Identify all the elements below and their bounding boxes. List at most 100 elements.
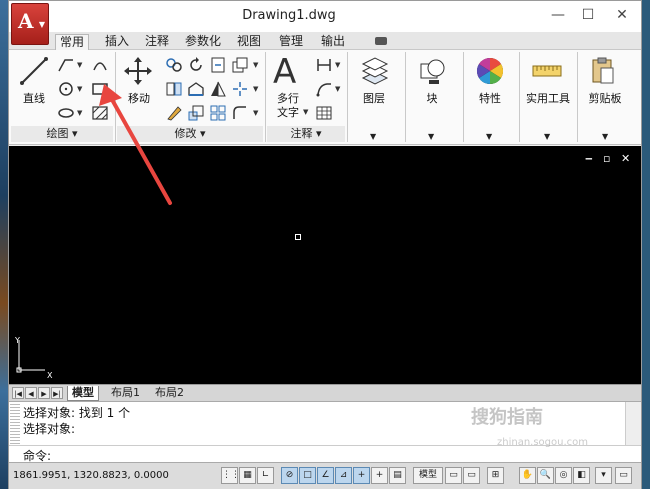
next-layout-icon[interactable]: ▶ (38, 387, 50, 399)
line-button-label[interactable]: 直线 (17, 90, 51, 106)
application-menu-button[interactable]: A ▼ (11, 3, 49, 45)
polyline-icon[interactable] (57, 56, 75, 74)
tab-layout2[interactable]: 布局2 (151, 386, 188, 401)
arc-icon[interactable] (91, 56, 109, 74)
clean-screen-icon[interactable]: ▭ (615, 467, 632, 484)
snap-mode-icon[interactable]: ⋮⋮ (221, 467, 240, 484)
steering-wheel-icon[interactable]: ◎ (555, 467, 572, 484)
circle-icon[interactable] (57, 80, 75, 98)
tab-insert[interactable]: 插入 (101, 34, 133, 50)
layer-stack-icon[interactable] (231, 56, 249, 74)
chevron-down-icon[interactable]: ▼ (253, 61, 258, 69)
layers-icon[interactable] (359, 56, 389, 86)
tab-parametric[interactable]: 参数化 (181, 34, 225, 50)
block-label[interactable]: 块 (413, 90, 451, 106)
annotation-panel-title[interactable]: 注释 ▾ (267, 126, 345, 142)
close-button[interactable]: ✕ (607, 5, 637, 25)
quick-properties-icon[interactable]: ▤ (389, 467, 406, 484)
properties-label[interactable]: 特性 (471, 90, 509, 106)
minimize-button[interactable]: — (543, 5, 573, 25)
pan-icon[interactable]: ✋ (519, 467, 536, 484)
annotation-panel-label: 注释 (290, 127, 313, 140)
chevron-down-icon[interactable]: ▼ (77, 109, 82, 117)
rectangle-icon[interactable] (91, 80, 109, 98)
properties-expand-icon[interactable]: ▼ (486, 132, 492, 141)
polar-tracking-icon[interactable]: ⊘ (281, 467, 298, 484)
tab-output[interactable]: 输出 (317, 34, 349, 50)
ribbon-minimize-icon[interactable] (375, 37, 387, 45)
model-space-button[interactable]: 模型 (413, 467, 443, 484)
quick-view-drawings-icon[interactable]: ▭ (463, 467, 480, 484)
mtext-label-line2[interactable]: 文字 (271, 104, 305, 120)
multiline-text-icon[interactable]: A (273, 52, 296, 92)
toolbar-lock-icon[interactable]: ▾ (595, 467, 612, 484)
lineweight-icon[interactable]: + (371, 467, 388, 484)
tab-view[interactable]: 视图 (233, 34, 265, 50)
grid-display-icon[interactable]: ▦ (239, 467, 256, 484)
block-icon[interactable] (417, 56, 447, 86)
modify-panel-title[interactable]: 修改 ▾ (117, 126, 263, 142)
draw-panel-title[interactable]: 绘图 ▾ (11, 126, 113, 142)
viewport-close-icon[interactable]: ✕ (621, 152, 630, 165)
object-snap-tracking-icon[interactable]: ∠ (317, 467, 334, 484)
tab-home[interactable]: 常用 (55, 34, 90, 50)
viewport-minimize-icon[interactable]: ‒ (585, 152, 593, 165)
clipboard-icon[interactable] (589, 56, 617, 86)
chevron-down-icon[interactable]: ▼ (77, 61, 82, 69)
annotation-scale-icon[interactable]: ⊞ (487, 467, 504, 484)
array-icon[interactable] (209, 104, 227, 122)
hatch-icon[interactable] (91, 104, 109, 122)
drawing-area[interactable]: ‒ ▫ ✕ Y X (9, 146, 641, 384)
tab-model[interactable]: 模型 (67, 386, 99, 401)
ellipse-icon[interactable] (57, 104, 75, 122)
dimension-icon[interactable] (315, 56, 333, 74)
dynamic-ucs-icon[interactable]: ⊿ (335, 467, 352, 484)
chevron-down-icon[interactable]: ▼ (335, 61, 340, 69)
leader-icon[interactable] (315, 80, 333, 98)
last-layout-icon[interactable]: ▶| (51, 387, 63, 399)
zoom-icon[interactable]: 🔍 (537, 467, 554, 484)
showmotion-icon[interactable]: ◧ (573, 467, 590, 484)
command-window-grip[interactable] (10, 404, 20, 444)
scale-icon[interactable] (187, 104, 205, 122)
copy-icon[interactable] (165, 56, 183, 74)
maximize-button[interactable]: ☐ (573, 5, 603, 25)
quick-view-layouts-icon[interactable]: ▭ (445, 467, 462, 484)
block-expand-icon[interactable]: ▼ (428, 132, 434, 141)
chevron-down-icon[interactable]: ▼ (253, 85, 258, 93)
chevron-down-icon[interactable]: ▼ (253, 109, 258, 117)
clipboard-label[interactable]: 剪贴板 (581, 90, 629, 106)
clipboard-expand-icon[interactable]: ▼ (602, 132, 608, 141)
layers-expand-icon[interactable]: ▼ (370, 132, 376, 141)
trim-icon[interactable] (209, 56, 227, 74)
color-wheel-icon[interactable] (475, 56, 505, 86)
measure-icon[interactable] (531, 58, 563, 84)
object-snap-icon[interactable]: □ (299, 467, 316, 484)
first-layout-icon[interactable]: |◀ (12, 387, 24, 399)
move-icon[interactable] (123, 56, 153, 86)
move-button-label[interactable]: 移动 (121, 90, 157, 106)
viewport-restore-icon[interactable]: ▫ (603, 152, 610, 165)
dynamic-input-icon[interactable]: + (353, 467, 370, 484)
mirror-triangle-icon[interactable] (209, 80, 227, 98)
tab-layout1[interactable]: 布局1 (107, 386, 144, 401)
command-scrollbar[interactable] (625, 402, 641, 446)
mirror-icon[interactable] (165, 80, 183, 98)
fillet-icon[interactable] (231, 104, 249, 122)
pencil-icon[interactable] (165, 104, 183, 122)
explode-icon[interactable] (231, 80, 249, 98)
prev-layout-icon[interactable]: ◀ (25, 387, 37, 399)
line-icon[interactable] (19, 56, 49, 86)
layers-label[interactable]: 图层 (355, 90, 393, 106)
chevron-down-icon[interactable]: ▼ (303, 108, 308, 116)
rotate-icon[interactable] (187, 56, 205, 74)
chevron-down-icon[interactable]: ▼ (335, 85, 340, 93)
chevron-down-icon[interactable]: ▼ (77, 85, 82, 93)
stretch-icon[interactable] (187, 80, 205, 98)
tab-annotate[interactable]: 注释 (141, 34, 173, 50)
table-icon[interactable] (315, 104, 333, 122)
utilities-expand-icon[interactable]: ▼ (544, 132, 550, 141)
ortho-mode-icon[interactable]: ∟ (257, 467, 274, 484)
tab-manage[interactable]: 管理 (275, 34, 307, 50)
utilities-label[interactable]: 实用工具 (521, 90, 575, 106)
